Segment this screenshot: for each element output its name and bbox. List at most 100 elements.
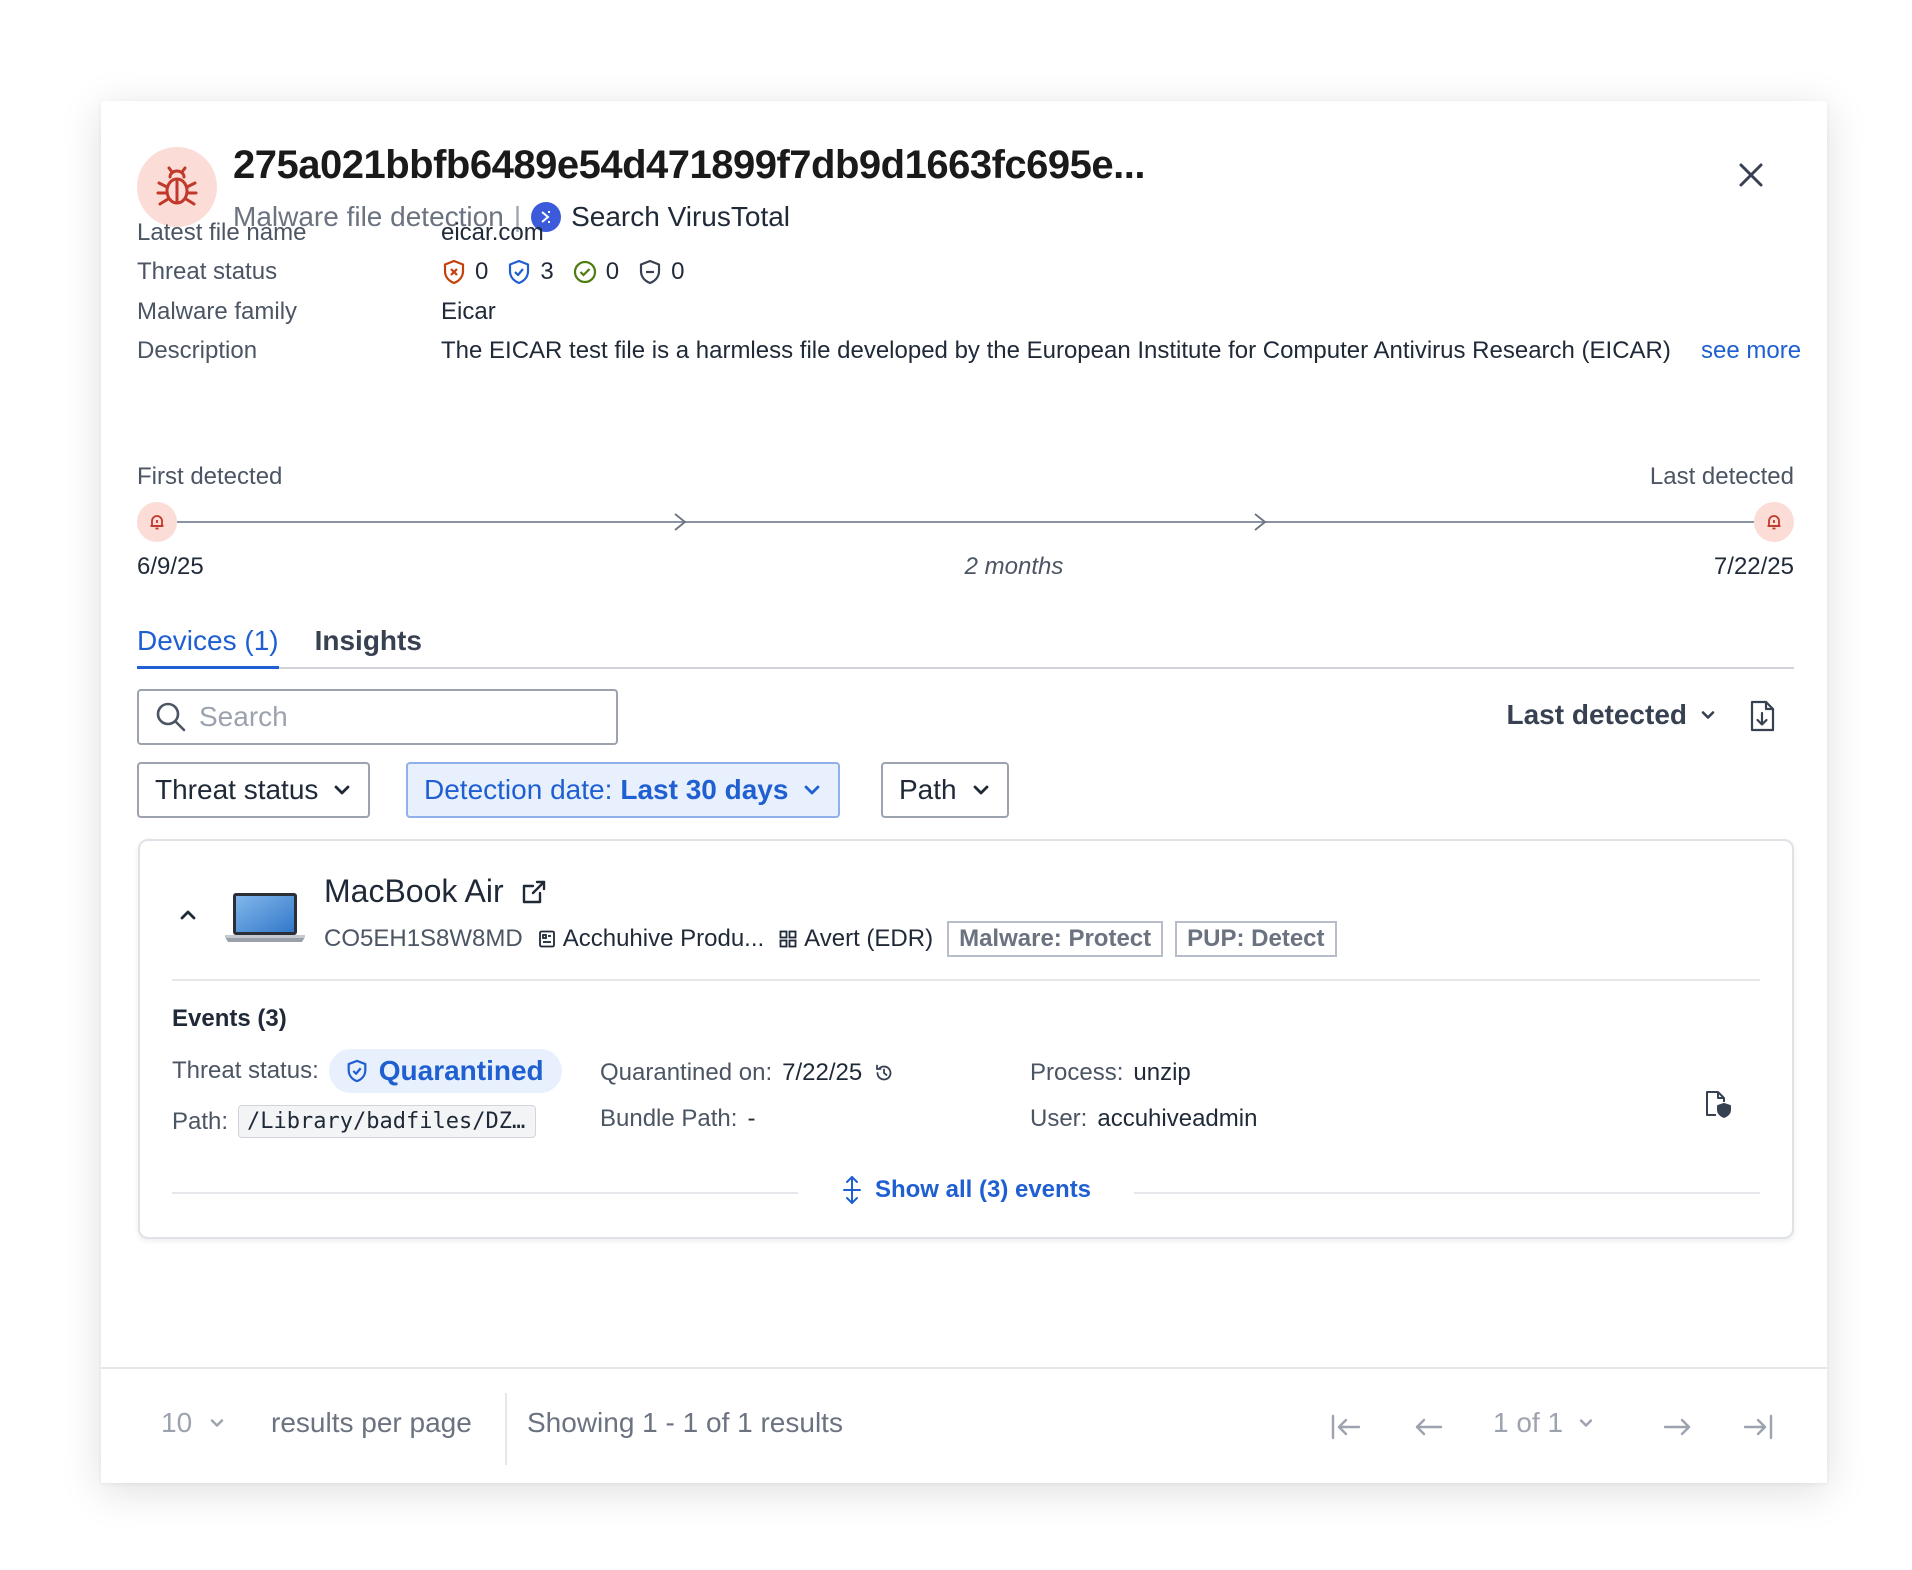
device-serial: CO5EH1S8W8MD: [324, 925, 523, 952]
event-path: Path: /Library/badfiles/DZPo9...: [172, 1105, 537, 1138]
tab-devices[interactable]: Devices (1): [137, 615, 279, 669]
search-icon: [156, 702, 186, 732]
export-button[interactable]: [1747, 699, 1781, 735]
threat-status-filter[interactable]: Threat status: [137, 762, 371, 818]
last-alert-icon: [1754, 502, 1794, 542]
footer-separator: [505, 1393, 507, 1465]
first-alert-icon: [137, 502, 177, 542]
malware-policy-tag: Malware: Protect: [947, 921, 1164, 957]
threat-count-ignored: 0: [637, 258, 684, 286]
first-page-button[interactable]: [1327, 1409, 1363, 1445]
file-action-button[interactable]: [1702, 1089, 1732, 1124]
search-virustotal-link[interactable]: Search VirusTotal: [571, 201, 790, 233]
show-all-events-button[interactable]: Show all (3) events: [140, 1175, 1792, 1205]
chevron-down-icon: [335, 785, 350, 795]
detection-date-filter[interactable]: Detection date: Last 30 days: [406, 762, 841, 818]
shield-check-icon: [347, 1059, 367, 1083]
event-path-value: /Library/badfiles/DZPo9...: [238, 1105, 537, 1138]
close-button[interactable]: [1729, 153, 1773, 197]
file-shield-icon: [1706, 1091, 1731, 1118]
timeline-arrow-icon: [674, 513, 687, 531]
sort-dropdown[interactable]: Last detected: [1507, 699, 1718, 731]
detection-timeline: [137, 502, 1794, 542]
page-select[interactable]: 1 of 1: [1493, 1407, 1595, 1439]
device-name: MacBook Air: [324, 873, 548, 910]
first-detected-label: First detected: [137, 463, 283, 490]
threat-status-label: Threat status: [137, 258, 278, 285]
threat-count-resolved: 0: [572, 258, 619, 286]
chevron-down-icon: [1701, 711, 1715, 719]
org-icon: [538, 930, 555, 948]
threat-status-counts: 0 3 0 0: [441, 258, 702, 286]
bug-icon: [137, 147, 217, 227]
event-process: Process: unzip: [1030, 1059, 1191, 1086]
search-box[interactable]: [137, 689, 618, 745]
threat-status-row: Threat status 0 3 0 0: [137, 258, 702, 286]
chevron-down-icon: [1579, 1419, 1593, 1427]
device-org: Acchuhive Produ...: [537, 925, 764, 953]
chevron-down-icon: [973, 785, 989, 795]
event-threat-status: Threat status: Quarantined: [172, 1049, 562, 1093]
shield-check-icon: [509, 259, 530, 285]
shield-x-icon: [443, 259, 465, 285]
file-download-icon: [1750, 700, 1775, 732]
expand-vertical-icon: [842, 1176, 861, 1204]
results-summary: Showing 1 - 1 of 1 results: [527, 1407, 843, 1438]
grid-icon: [779, 930, 797, 948]
shield-minus-icon: [639, 259, 661, 285]
device-meta: CO5EH1S8W8MD Acchuhive Produ... Avert (E…: [324, 921, 1349, 957]
latest-file-name-value: eicar.com: [441, 219, 544, 246]
device-product: Avert (EDR): [778, 925, 933, 953]
latest-file-name-row: Latest file name eicar.com: [137, 219, 544, 247]
last-page-button[interactable]: [1741, 1409, 1777, 1445]
description-row: Description The EICAR test file is a har…: [137, 337, 1801, 365]
latest-file-name-label: Latest file name: [137, 219, 307, 246]
next-page-button[interactable]: [1659, 1409, 1695, 1445]
per-page-select[interactable]: 10: [161, 1407, 226, 1439]
see-more-link[interactable]: see more: [1701, 337, 1801, 365]
per-page-label: results per page: [271, 1407, 472, 1438]
file-hash-title: 275a021bbfb6489e54d471899f7db9d1663fc695…: [233, 143, 1145, 187]
tab-bar: Devices (1) Insights: [137, 615, 1794, 669]
event-quarantined-on: Quarantined on: 7/22/25: [600, 1059, 894, 1087]
external-link-icon[interactable]: [520, 878, 548, 906]
close-icon: [1739, 163, 1763, 187]
event-bundle-path: Bundle Path: -: [600, 1105, 756, 1132]
prev-page-button[interactable]: [1411, 1409, 1447, 1445]
malware-family-value: Eicar: [441, 298, 496, 325]
tab-insights[interactable]: Insights: [315, 615, 422, 669]
chevron-down-icon: [805, 785, 820, 795]
chevron-down-icon: [210, 1419, 224, 1427]
collapse-button[interactable]: [176, 903, 200, 927]
laptop-icon: [224, 891, 306, 950]
history-icon[interactable]: [874, 1063, 894, 1083]
arrow-right-icon: [1663, 1418, 1691, 1436]
pagination-footer: 10 results per page Showing 1 - 1 of 1 r…: [101, 1367, 1827, 1483]
description-label: Description: [137, 337, 258, 364]
last-detected-date: 7/22/25: [1713, 553, 1794, 580]
circle-check-icon: [573, 260, 596, 284]
pup-policy-tag: PUP: Detect: [1175, 921, 1337, 957]
path-filter[interactable]: Path: [881, 762, 1009, 818]
events-title: Events (3): [172, 1005, 287, 1032]
threat-count-quarantined: 3: [506, 258, 554, 286]
sort-label: Last detected: [1506, 699, 1688, 730]
timeline-line: [177, 521, 1754, 523]
detection-modal: 275a021bbfb6489e54d471899f7db9d1663fc695…: [101, 101, 1827, 1483]
malware-family-label: Malware family: [137, 298, 298, 325]
detection-duration: 2 months: [964, 553, 1064, 580]
arrow-left-icon: [1415, 1418, 1443, 1436]
device-card: MacBook Air CO5EH1S8W8MD Acchuhive Produ…: [138, 839, 1794, 1239]
description-value: The EICAR test file is a harmless file d…: [441, 337, 1671, 364]
first-page-icon: [1331, 1414, 1361, 1440]
malware-family-row: Malware family Eicar: [137, 298, 496, 326]
timeline-arrow-icon: [1254, 513, 1267, 531]
chevron-up-icon: [180, 910, 196, 920]
last-page-icon: [1743, 1414, 1773, 1440]
event-user: User: accuhiveadmin: [1030, 1105, 1258, 1132]
card-divider: [172, 979, 1760, 981]
last-detected-label: Last detected: [1649, 463, 1794, 490]
threat-count-unresolved: 0: [441, 258, 488, 286]
search-input[interactable]: [199, 701, 579, 733]
quarantined-badge: Quarantined: [328, 1049, 562, 1093]
